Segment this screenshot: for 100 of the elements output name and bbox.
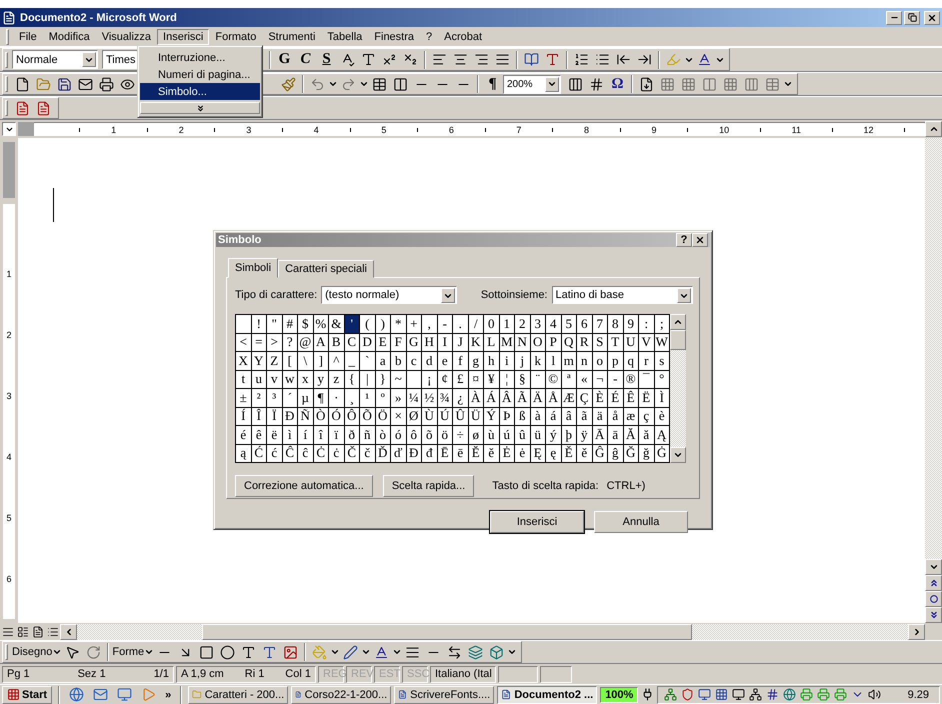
character-cell[interactable]: 7 — [592, 315, 608, 334]
character-cell[interactable]: h — [484, 352, 500, 370]
character-cell[interactable]: Å — [546, 389, 562, 408]
character-cell[interactable]: · — [329, 389, 344, 408]
restore-button[interactable] — [904, 10, 920, 24]
character-cell[interactable]: Ñ — [298, 408, 314, 426]
speaker-icon[interactable] — [868, 688, 882, 701]
character-cell[interactable]: Ā — [592, 426, 608, 444]
character-cell[interactable]: ë — [267, 426, 282, 444]
scroll-down-button[interactable] — [925, 559, 942, 575]
character-cell[interactable]: ĕ — [484, 444, 500, 463]
menu-option[interactable]: Interruzione... — [140, 49, 260, 66]
columns-icon[interactable] — [393, 76, 408, 92]
next-page-button[interactable] — [925, 607, 942, 623]
character-cell[interactable]: q — [624, 352, 639, 370]
character-cell[interactable]: ã — [577, 408, 592, 426]
character-cell[interactable]: » — [391, 389, 406, 408]
monitor-icon[interactable] — [698, 688, 712, 701]
character-cell[interactable]: ě — [577, 444, 592, 463]
draw-menu[interactable]: Disegno — [12, 646, 52, 658]
character-cell[interactable]: x — [298, 370, 314, 389]
align-left-icon[interactable] — [432, 52, 447, 67]
wordart-icon[interactable] — [262, 644, 278, 660]
character-cell[interactable]: Á — [484, 389, 500, 408]
align-right-icon[interactable] — [474, 52, 489, 67]
grid-scrollbar[interactable] — [670, 314, 686, 463]
character-cell[interactable]: k — [530, 352, 546, 370]
vertical-scrollbar[interactable] — [925, 138, 942, 623]
character-cell[interactable]: Ä — [530, 389, 546, 408]
character-cell[interactable]: n — [577, 352, 592, 370]
character-cell[interactable]: ) — [376, 315, 391, 334]
text-style-button[interactable]: C — [295, 50, 316, 70]
font-dropdown[interactable]: (testo normale) — [321, 286, 457, 304]
rectangle-icon[interactable] — [199, 644, 214, 660]
character-cell[interactable]: \ — [298, 352, 314, 370]
character-cell[interactable]: ç — [639, 408, 654, 426]
character-cell[interactable]: c — [406, 352, 422, 370]
shadow-icon[interactable] — [468, 644, 484, 660]
pdf-icon[interactable] — [15, 100, 30, 116]
character-cell[interactable]: Y — [252, 352, 267, 370]
character-cell[interactable]: ó — [391, 426, 406, 444]
character-cell[interactable]: Z — [267, 352, 282, 370]
menu-item[interactable]: Acrobat — [438, 28, 488, 44]
network-icon[interactable] — [749, 688, 762, 701]
character-cell[interactable]: ] — [314, 352, 329, 370]
character-cell[interactable]: ú — [500, 426, 515, 444]
mail-icon[interactable] — [78, 76, 93, 92]
character-cell[interactable]: ę — [546, 444, 562, 463]
character-cell[interactable]: ¸ — [344, 389, 360, 408]
character-cell[interactable]: $ — [298, 315, 314, 334]
shapes-menu[interactable]: Forme — [112, 646, 144, 658]
character-cell[interactable]: ± — [236, 389, 252, 408]
character-cell[interactable]: Â — [500, 389, 515, 408]
character-cell[interactable]: - — [608, 370, 624, 389]
character-cell[interactable]: Ù — [422, 408, 438, 426]
normal-view-icon[interactable] — [2, 626, 14, 638]
cube-icon[interactable] — [489, 644, 504, 660]
character-cell[interactable]: ê — [252, 426, 267, 444]
character-cell[interactable]: ´ — [282, 389, 298, 408]
character-cell[interactable]: Ì — [654, 389, 670, 408]
character-cell[interactable]: ¯ — [639, 370, 654, 389]
character-cell[interactable]: v — [267, 370, 282, 389]
character-cell[interactable]: đ — [422, 444, 438, 463]
character-cell[interactable]: T — [608, 334, 624, 352]
character-cell[interactable]: ¼ — [406, 389, 422, 408]
character-cell[interactable]: H — [422, 334, 438, 352]
character-cell[interactable]: µ — [298, 389, 314, 408]
character-cell[interactable] — [236, 315, 252, 334]
character-cell[interactable]: b — [391, 352, 406, 370]
character-cell[interactable]: ĉ — [298, 444, 314, 463]
pdf-icon[interactable] — [36, 100, 51, 116]
character-cell[interactable]: ý — [546, 426, 562, 444]
style-dropdown[interactable]: Normale — [12, 50, 98, 69]
character-cell[interactable]: ė — [515, 444, 530, 463]
character-cell[interactable]: £ — [453, 370, 468, 389]
decrease-indent-icon[interactable] — [616, 52, 631, 67]
scroll-right-button[interactable] — [908, 624, 925, 640]
character-cell[interactable]: | — [360, 370, 376, 389]
menu-item[interactable]: Formato — [209, 28, 262, 44]
character-cell[interactable]: å — [608, 408, 624, 426]
character-cell[interactable]: 2 — [515, 315, 530, 334]
character-cell[interactable]: ò — [376, 426, 391, 444]
paintbrush-icon[interactable] — [281, 76, 296, 92]
character-cell[interactable]: s — [654, 352, 670, 370]
character-cell[interactable]: ċ — [329, 444, 344, 463]
character-cell[interactable]: V — [639, 334, 654, 352]
character-cell[interactable]: ; — [654, 315, 670, 334]
character-cell[interactable]: & — [329, 315, 344, 334]
text-box-icon[interactable] — [241, 644, 256, 660]
character-cell[interactable]: č — [360, 444, 376, 463]
character-cell[interactable]: ! — [252, 315, 267, 334]
character-cell[interactable]: Ç — [577, 389, 592, 408]
arrow-style-icon[interactable] — [447, 644, 462, 660]
preview-icon[interactable] — [120, 76, 135, 92]
character-cell[interactable]: ì — [282, 426, 298, 444]
character-cell[interactable]: ă — [639, 426, 654, 444]
bullet-list-icon[interactable] — [595, 52, 610, 67]
character-cell[interactable]: ö — [438, 426, 453, 444]
menu-item[interactable]: Modifica — [42, 28, 96, 44]
character-cell[interactable]: Ý — [484, 408, 500, 426]
